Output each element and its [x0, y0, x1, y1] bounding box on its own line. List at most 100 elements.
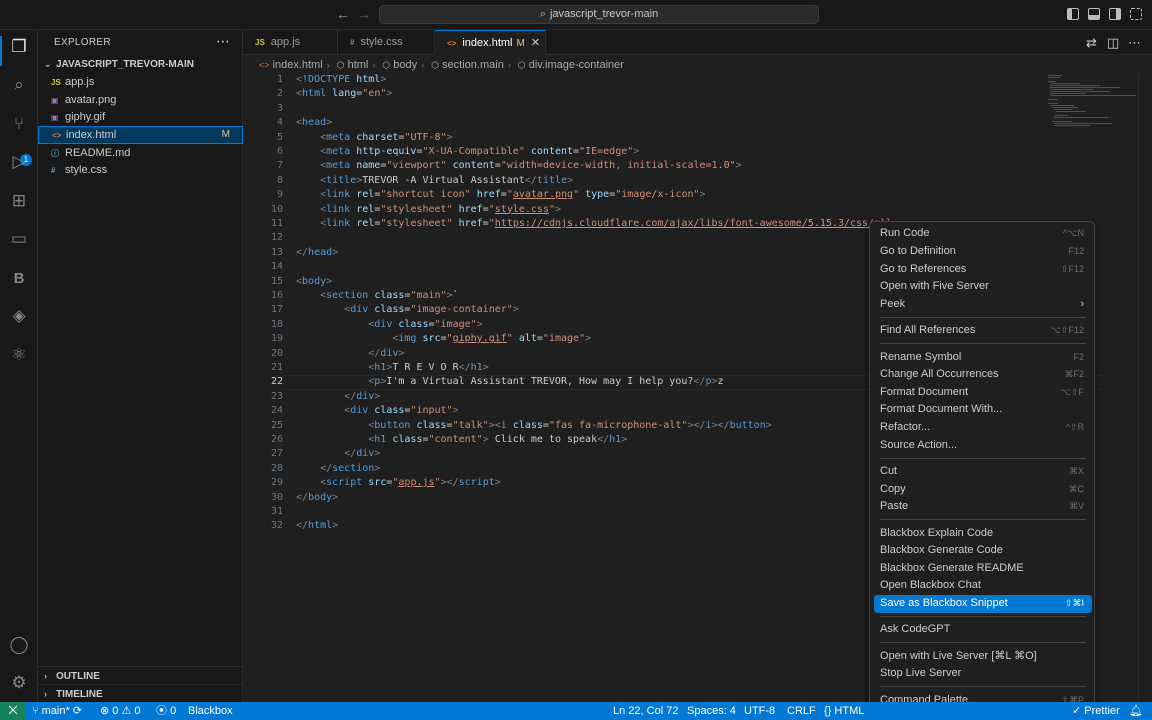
- breadcrumb-item[interactable]: body: [393, 59, 417, 71]
- menu-item-go-to-references[interactable]: Go to References ⇧F12: [874, 261, 1092, 279]
- more-actions-icon[interactable]: ⋯: [1128, 35, 1141, 51]
- menu-item-rename-symbol[interactable]: Rename Symbol F2: [874, 349, 1092, 367]
- code-line: </body>: [296, 491, 339, 503]
- blackbox-status[interactable]: Blackbox: [188, 702, 233, 720]
- menu-item-change-all-occurrences[interactable]: Change All Occurrences ⌘F2: [874, 366, 1092, 384]
- arrow-right-icon[interactable]: →: [357, 6, 371, 22]
- indentation[interactable]: Spaces: 4: [687, 702, 736, 720]
- toggle-secondary-sidebar-icon[interactable]: [1109, 8, 1121, 20]
- folder-header[interactable]: ⌄ JAVASCRIPT_TREVOR-MAIN: [38, 55, 243, 73]
- notifications-bell-icon[interactable]: 🔔︎: [1129, 702, 1143, 720]
- breadcrumb-item[interactable]: html: [348, 59, 369, 71]
- menu-item-run-code[interactable]: Run Code ^⌥N: [874, 225, 1092, 243]
- source-control-icon[interactable]: ⑂: [8, 113, 30, 135]
- run-debug-icon[interactable]: ▷: [8, 151, 30, 173]
- close-icon[interactable]: ✕: [531, 37, 540, 49]
- toggle-panel-icon[interactable]: [1088, 8, 1100, 20]
- line-number: 32: [270, 520, 283, 532]
- problems-indicator[interactable]: ⊗ 0 ⚠ 0: [100, 702, 141, 720]
- menu-item-label: Rename Symbol: [880, 351, 962, 363]
- menu-item-open-with-five-server[interactable]: Open with Five Server: [874, 278, 1092, 296]
- menu-item-label: Source Action...: [880, 439, 958, 451]
- menu-item-cut[interactable]: Cut ⌘X: [874, 463, 1092, 481]
- branch-indicator[interactable]: ⑂ main* ⟳: [32, 702, 82, 720]
- menu-item-go-to-definition[interactable]: Go to Definition F12: [874, 243, 1092, 261]
- menu-item-refactor[interactable]: Refactor... ^⇧R: [874, 419, 1092, 437]
- menu-item-label: Find All References: [880, 324, 976, 336]
- remote-explorer-icon[interactable]: ▭: [8, 228, 30, 250]
- menu-item-open-blackbox-chat[interactable]: Open Blackbox Chat: [874, 577, 1092, 595]
- menu-item-save-as-blackbox-snippet[interactable]: Save as Blackbox Snippet ⇧⌘I: [874, 595, 1092, 613]
- menu-item-paste[interactable]: Paste ⌘V: [874, 498, 1092, 516]
- breadcrumb-item[interactable]: div.image-container: [529, 59, 624, 71]
- breadcrumb-item[interactable]: section.main: [442, 59, 504, 71]
- tab-style-css[interactable]: # style.css: [338, 30, 435, 55]
- file-item-index-html[interactable]: <> index.html M: [38, 126, 243, 144]
- menu-item-blackbox-generate-code[interactable]: Blackbox Generate Code: [874, 542, 1092, 560]
- element-icon: ⬡: [431, 60, 440, 70]
- timeline-header[interactable]: › TIMELINE: [38, 685, 243, 703]
- command-center[interactable]: ⌕ javascript_trevor-main: [379, 5, 819, 24]
- cursor-position[interactable]: Ln 22, Col 72: [613, 702, 678, 720]
- menu-item-blackbox-generate-readme[interactable]: Blackbox Generate README: [874, 560, 1092, 578]
- line-number: 2: [276, 88, 283, 100]
- menu-item-format-document-with[interactable]: Format Document With...: [874, 401, 1092, 419]
- menu-item-ask-codegpt[interactable]: Ask CodeGPT: [874, 621, 1092, 639]
- code-line: </div>: [344, 390, 381, 402]
- account-icon[interactable]: ◯: [8, 634, 30, 656]
- file-item-app-js[interactable]: JS app.js: [38, 73, 243, 91]
- blackbox-icon[interactable]: B: [8, 267, 30, 289]
- minimap-line: [1050, 89, 1094, 90]
- toggle-sidebar-icon[interactable]: [1067, 8, 1079, 20]
- search-icon[interactable]: ⌕: [8, 74, 30, 96]
- menu-item-label: Refactor...: [880, 421, 931, 433]
- customize-layout-icon[interactable]: [1130, 8, 1142, 20]
- line-number: 20: [270, 347, 283, 359]
- menu-item-blackbox-explain-code[interactable]: Blackbox Explain Code: [874, 525, 1092, 543]
- extensions-icon[interactable]: ⊞: [8, 190, 30, 212]
- line-number: 26: [270, 434, 283, 445]
- outline-header[interactable]: › OUTLINE: [38, 667, 243, 685]
- minimap-line: [1050, 95, 1136, 96]
- breadcrumb: <> index.html › ⬡ html › ⬡ body › ⬡ section.mai…: [243, 56, 1152, 74]
- menu-item-stop-live-server[interactable]: Stop Live Server: [874, 665, 1092, 683]
- python-icon[interactable]: ◈: [8, 305, 30, 327]
- minimap[interactable]: [1048, 73, 1138, 133]
- split-editor-icon[interactable]: ◫: [1107, 35, 1119, 51]
- keybinding: ⌘F2: [1064, 369, 1084, 379]
- element-icon: ⬡: [517, 60, 526, 70]
- file-item-style-css[interactable]: # style.css: [38, 161, 243, 179]
- open-changes-icon[interactable]: ⇄: [1086, 35, 1097, 51]
- encoding[interactable]: UTF-8: [744, 702, 775, 720]
- line-number: 17: [270, 304, 283, 316]
- menu-item-label: Peek: [880, 298, 906, 310]
- remote-indicator-icon[interactable]: ⨉: [0, 702, 26, 720]
- more-actions-icon[interactable]: ⋯: [216, 33, 230, 50]
- javascript-file-icon: JS: [255, 38, 265, 47]
- ports-indicator[interactable]: ⦿ 0: [156, 702, 176, 720]
- menu-item-find-all-references[interactable]: Find All References ⌥⇧F12: [874, 322, 1092, 340]
- menu-item-format-document[interactable]: Format Document ⌥⇧F: [874, 384, 1092, 402]
- settings-gear-icon[interactable]: ⚙: [8, 672, 30, 694]
- timeline-label: TIMELINE: [56, 689, 103, 700]
- prettier-status[interactable]: ✓ Prettier: [1072, 702, 1120, 720]
- file-item-readme-md[interactable]: ⓘ README.md: [38, 144, 243, 162]
- menu-item-peek[interactable]: Peek ›: [874, 296, 1092, 314]
- command-center-text: javascript_trevor-main: [549, 8, 659, 20]
- breadcrumb-item[interactable]: index.html: [273, 59, 323, 71]
- file-item-avatar-png[interactable]: ▣ avatar.png: [38, 91, 243, 109]
- file-item-giphy-gif[interactable]: ▣ giphy.gif: [38, 108, 243, 126]
- menu-item-source-action[interactable]: Source Action...: [874, 437, 1092, 455]
- code-line: <link rel="stylesheet" href="style.css">: [320, 203, 562, 215]
- menu-item-open-with-live-server[interactable]: Open with Live Server [⌘L ⌘O]: [874, 648, 1092, 666]
- language-mode[interactable]: {} HTML: [824, 702, 864, 720]
- editor-scrollbar[interactable]: [1138, 73, 1152, 702]
- end-of-line[interactable]: CRLF: [787, 702, 816, 720]
- tab-index-html[interactable]: <> index.html M ✕: [435, 30, 546, 56]
- explorer-icon[interactable]: ❐: [8, 36, 30, 58]
- menu-item-copy[interactable]: Copy ⌘C: [874, 481, 1092, 499]
- menu-item-label: Copy: [880, 483, 906, 495]
- arrow-left-icon[interactable]: ←: [336, 6, 350, 22]
- tab-app-js[interactable]: JS app.js: [243, 30, 338, 55]
- react-icon[interactable]: ⚛: [8, 344, 30, 366]
